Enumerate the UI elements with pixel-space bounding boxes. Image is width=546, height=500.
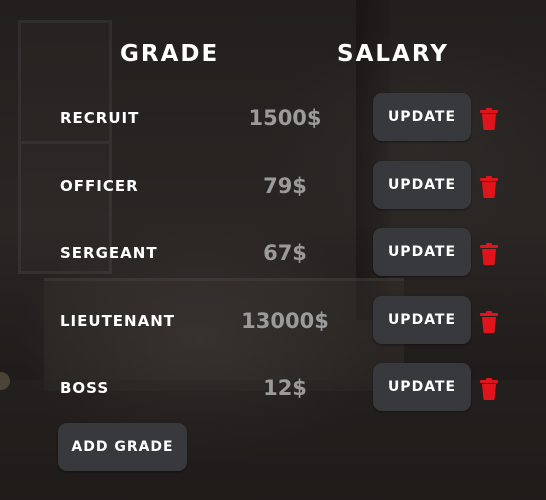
- trash-icon[interactable]: [480, 311, 498, 333]
- grade-salary: 12$: [263, 376, 307, 400]
- update-button[interactable]: Update: [373, 363, 471, 411]
- trash-icon[interactable]: [480, 108, 498, 130]
- grade-salary: 1500$: [248, 106, 322, 130]
- grade-row: Recruit 1500$ Update: [0, 93, 546, 143]
- trash-icon[interactable]: [480, 378, 498, 400]
- add-grade-button[interactable]: Add Grade: [58, 423, 187, 471]
- grade-row: Officer 79$ Update: [0, 161, 546, 211]
- grade-row: Lieutenant 13000$ Update: [0, 296, 546, 346]
- grades-panel: Grade Salary Recruit 1500$ Update Office…: [0, 0, 546, 500]
- grade-row: Sergeant 67$ Update: [0, 228, 546, 278]
- grade-name: Recruit: [60, 109, 140, 127]
- grade-salary: 79$: [263, 174, 307, 198]
- grade-salary: 13000$: [241, 309, 329, 333]
- grade-name: Sergeant: [60, 244, 158, 262]
- salary-column-header: Salary: [337, 41, 449, 67]
- update-button[interactable]: Update: [373, 93, 471, 141]
- grade-salary: 67$: [263, 241, 307, 265]
- grade-row: Boss 12$ Update: [0, 363, 546, 413]
- update-button[interactable]: Update: [373, 228, 471, 276]
- grade-name: Officer: [60, 177, 139, 195]
- trash-icon[interactable]: [480, 176, 498, 198]
- grade-name: Boss: [60, 379, 110, 397]
- grade-column-header: Grade: [120, 41, 220, 67]
- trash-icon[interactable]: [480, 243, 498, 265]
- update-button[interactable]: Update: [373, 296, 471, 344]
- grade-name: Lieutenant: [60, 312, 175, 330]
- update-button[interactable]: Update: [373, 161, 471, 209]
